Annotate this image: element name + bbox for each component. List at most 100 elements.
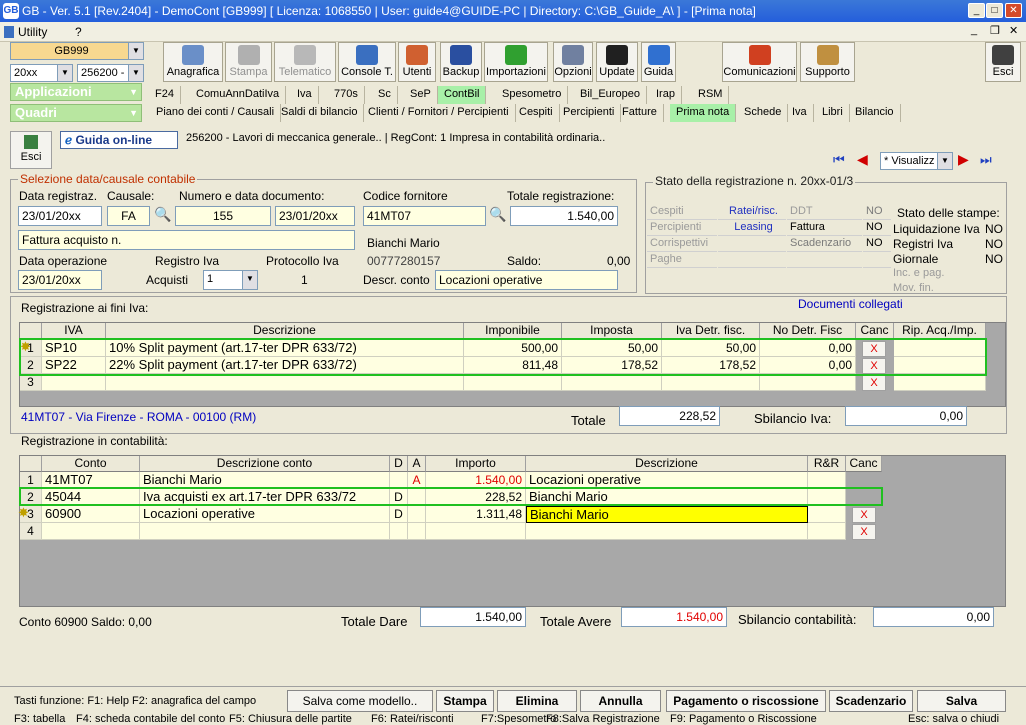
opzioni-button[interactable]: Opzioni <box>553 42 593 82</box>
next-record-icon[interactable]: ▶ <box>958 151 976 169</box>
iva-cell[interactable] <box>760 374 856 391</box>
first-record-icon[interactable]: ⏮ <box>833 152 855 168</box>
contabilita-cell[interactable] <box>390 523 408 540</box>
tab-clienti-fornitori-percipienti[interactable]: Clienti / Fornitori / Percipienti <box>362 104 516 122</box>
maximize-icon[interactable]: □ <box>986 3 1003 18</box>
contabilita-cell[interactable]: D <box>390 506 408 523</box>
data-doc-field[interactable]: 23/01/20xx <box>275 206 355 226</box>
tab-iva[interactable]: Iva <box>291 86 319 104</box>
prev-record-icon[interactable]: ◀ <box>857 151 875 169</box>
tab-sep[interactable]: SeP <box>404 86 438 104</box>
pagamento-o-riscossione-button[interactable]: Pagamento o riscossione <box>666 690 826 712</box>
data-op-field[interactable]: 23/01/20xx <box>18 270 102 290</box>
tab-fatture[interactable]: Fatture <box>616 104 664 122</box>
menu-utility[interactable]: Utility <box>18 25 47 39</box>
tab-sc[interactable]: Sc <box>372 86 398 104</box>
tab-iva[interactable]: Iva <box>786 104 814 122</box>
delete-row-button[interactable]: X <box>852 507 876 523</box>
scadenzario-button[interactable]: Scadenzario <box>829 690 913 712</box>
tab-piano-dei-conti-causali[interactable]: Piano dei conti / Causali <box>150 104 282 122</box>
contabilita-cell[interactable]: Locazioni operative <box>140 506 390 523</box>
iva-cell[interactable] <box>562 374 662 391</box>
anagrafica-button[interactable]: Anagrafica <box>163 42 223 82</box>
numero-doc-field[interactable]: 155 <box>175 206 271 226</box>
view-mode-select[interactable]: * Visualizz ▼ <box>880 152 953 170</box>
contabilita-cell[interactable] <box>42 523 140 540</box>
guida-button[interactable]: Guida <box>641 42 676 82</box>
esci-button[interactable]: Esci <box>10 131 52 169</box>
delete-row-button[interactable]: X <box>862 375 886 391</box>
iva-cell[interactable] <box>464 374 562 391</box>
iva-cell[interactable] <box>894 374 986 391</box>
wrench-icon <box>562 45 584 65</box>
annulla-button[interactable]: Annulla <box>580 690 661 712</box>
applicazioni-section[interactable]: Applicazioni ▼ <box>10 83 142 101</box>
iva-cell[interactable] <box>106 374 464 391</box>
descrizione-field[interactable]: Fattura acquisto n. <box>18 230 355 250</box>
tab-rsm[interactable]: RSM <box>692 86 730 104</box>
contabilita-cell[interactable]: 1.311,48 <box>426 506 526 523</box>
importazioni-button[interactable]: Importazioni <box>484 42 548 82</box>
tab-cespiti[interactable]: Cespiti <box>513 104 560 122</box>
tab-f24[interactable]: F24 <box>149 86 181 104</box>
data-reg-field[interactable]: 23/01/20xx <box>18 206 102 226</box>
search-icon[interactable]: 🔍 <box>154 206 171 223</box>
totale-field[interactable]: 1.540,00 <box>510 206 618 226</box>
fornitore-field[interactable]: 41MT07 <box>363 206 486 226</box>
contabilita-cell[interactable] <box>808 506 846 523</box>
tab-libri[interactable]: Libri <box>816 104 850 122</box>
firm-select[interactable]: 256200 - ▼ <box>77 64 144 82</box>
salva-come-modello--button[interactable]: Salva come modello.. <box>287 690 433 712</box>
tab-schede[interactable]: Schede <box>738 104 789 122</box>
company-select[interactable]: GB999 ▼ <box>10 42 144 60</box>
stampa-button[interactable]: Stampa <box>225 42 272 82</box>
contabilita-cell[interactable] <box>526 523 808 540</box>
last-record-icon[interactable]: ⏭ <box>980 152 1002 168</box>
registro-select[interactable]: 1 ▼ <box>203 270 258 290</box>
salva-button[interactable]: Salva <box>917 690 1006 712</box>
minimize-icon[interactable]: _ <box>968 3 985 18</box>
comunicazioni-button[interactable]: Comunicazioni <box>722 42 797 82</box>
elimina-button[interactable]: Elimina <box>497 690 577 712</box>
supporto-button[interactable]: Supporto <box>800 42 855 82</box>
quadri-section[interactable]: Quadri ▼ <box>10 104 142 122</box>
tab-770s[interactable]: 770s <box>328 86 365 104</box>
contabilita-cell[interactable]: 60900 <box>42 506 140 523</box>
tab-comuanndatiiva[interactable]: ComuAnnDatiIva <box>190 86 287 104</box>
tab-saldi-di-bilancio[interactable]: Saldi di bilancio <box>275 104 365 122</box>
mdi-minimize-icon[interactable]: _ <box>971 24 977 36</box>
tab-spesometro[interactable]: Spesometro <box>496 86 569 104</box>
stampa-button[interactable]: Stampa <box>436 690 494 712</box>
tab-contbil[interactable]: ContBil <box>438 86 487 104</box>
esci-button[interactable]: Esci <box>985 42 1021 82</box>
contabilita-cell[interactable] <box>140 523 390 540</box>
backup-button[interactable]: Backup <box>440 42 482 82</box>
tab-bil_europeo[interactable]: Bil_Europeo <box>574 86 647 104</box>
guida-online-button[interactable]: ℯ Guida on-line <box>60 131 178 149</box>
close-icon[interactable]: ✕ <box>1005 3 1022 18</box>
iva-cell[interactable] <box>662 374 760 391</box>
utenti-button[interactable]: Utenti <box>398 42 436 82</box>
causale-field[interactable]: FA <box>107 206 150 226</box>
descr-conto-field[interactable]: Locazioni operative <box>435 270 618 290</box>
mdi-close-icon[interactable]: ✕ <box>1009 24 1018 37</box>
menu-help[interactable]: ? <box>75 25 82 39</box>
tab-percipienti[interactable]: Percipienti <box>557 104 622 122</box>
tab-bilancio[interactable]: Bilancio <box>849 104 901 122</box>
search-icon[interactable]: 🔍 <box>489 206 506 223</box>
tab-irap[interactable]: Irap <box>650 86 682 104</box>
update-button[interactable]: Update <box>596 42 638 82</box>
contabilita-cell[interactable]: Bianchi Mario <box>526 506 808 523</box>
contabilita-cell[interactable] <box>408 506 426 523</box>
telematico-button[interactable]: Telematico <box>274 42 336 82</box>
mdi-restore-icon[interactable]: ❐ <box>990 24 1000 37</box>
iva-cell[interactable] <box>42 374 106 391</box>
tab-prima-nota[interactable]: Prima nota <box>670 104 737 122</box>
documenti-collegati-link[interactable]: Documenti collegati <box>798 297 903 311</box>
contabilita-cell[interactable] <box>408 523 426 540</box>
contabilita-cell[interactable] <box>426 523 526 540</box>
console-t--button[interactable]: Console T. <box>338 42 396 82</box>
contabilita-cell[interactable] <box>808 523 846 540</box>
year-select[interactable]: 20xx ▼ <box>10 64 73 82</box>
delete-row-button[interactable]: X <box>852 524 876 540</box>
